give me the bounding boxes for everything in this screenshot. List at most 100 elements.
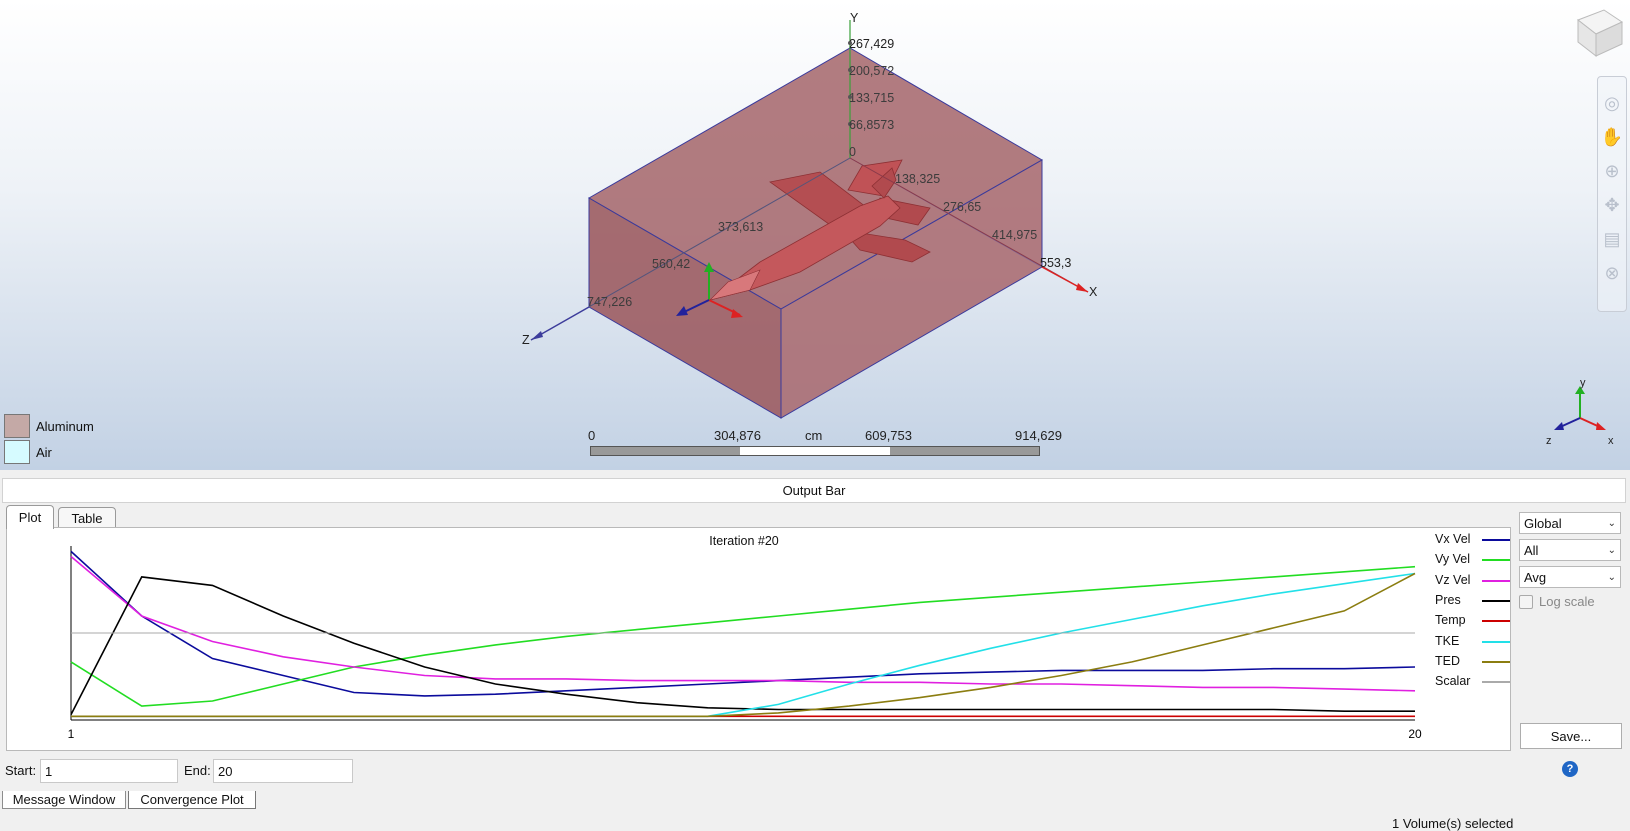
tab-plot-label: Plot [18, 510, 42, 525]
scale-tick: 914,629 [1015, 428, 1062, 443]
x-tick-label: 1 [68, 727, 75, 741]
filter-select[interactable]: All ⌄ [1519, 539, 1621, 561]
checkbox-box[interactable] [1519, 594, 1533, 609]
series-line-tke [71, 572, 1416, 718]
legend-swatch [1482, 640, 1510, 643]
y-axis-label: Y [850, 11, 859, 25]
scope-select[interactable]: Global ⌄ [1519, 512, 1621, 534]
start-input[interactable]: 1 [40, 759, 178, 783]
tab-table-label: Table [71, 511, 103, 526]
convergence-chart: Iteration #20 1 20 [68, 534, 1422, 741]
convergence-plot-area[interactable]: Iteration #20 1 20 Vx Vel Vy Vel Vz Vel Pre… [6, 527, 1511, 751]
legend-label: Vz Vel [1435, 572, 1471, 587]
material-swatch [4, 440, 30, 464]
view-cube-icon[interactable] [1570, 4, 1626, 60]
material-legend-item[interactable]: Aluminum [4, 414, 94, 438]
orientation-triad: y x z [1546, 378, 1614, 447]
legend-swatch [1482, 660, 1510, 663]
y-tick: 133,715 [849, 91, 894, 105]
stat-select-value: Avg [1524, 569, 1547, 585]
tab-convergence-plot[interactable]: Convergence Plot [128, 791, 256, 809]
scale-bar: 0 304,876 cm 609,753 914,629 [588, 428, 1062, 458]
chart-title: Iteration #20 [709, 534, 779, 548]
log-scale-label: Log scale [1539, 594, 1595, 609]
x-tick: 276,65 [943, 200, 981, 214]
x-axis-label: X [1089, 285, 1098, 299]
legend-label: Scalar [1435, 674, 1471, 689]
series-line-vy-vel [70, 565, 1416, 707]
legend-label: Vy Vel [1435, 552, 1470, 567]
legend-swatch [1482, 539, 1510, 541]
triad-x-label: x [1608, 435, 1614, 447]
section-icon[interactable]: ▤ [1600, 227, 1624, 251]
scope-select-value: Global [1524, 515, 1562, 531]
material-name: Air [36, 444, 52, 460]
z-tick: 747,226 [587, 295, 632, 309]
tab-plot[interactable]: Plot [6, 505, 54, 529]
scale-tick: 304,876 [714, 428, 761, 443]
tab-message-window[interactable]: Message Window [2, 791, 126, 809]
y-tick: 66,8573 [849, 118, 894, 132]
series-line-pres [70, 576, 1415, 715]
output-bar-title: Output Bar [782, 483, 846, 498]
scale-unit: cm [805, 428, 823, 443]
tab-message-window-label: Message Window [12, 792, 116, 807]
z-axis-label: Z [522, 333, 530, 347]
legend-label: Pres [1435, 592, 1461, 607]
status-text: 1 Volume(s) selected [1392, 816, 1514, 831]
end-input-value: 20 [218, 763, 233, 779]
start-label: Start: [5, 763, 37, 778]
help-icon[interactable]: ? [1562, 761, 1578, 777]
triad-z-label: z [1546, 435, 1552, 447]
tab-table[interactable]: Table [58, 507, 116, 529]
3d-viewport[interactable]: Y X Z 267,429 200,572 133,715 66,8573 0 … [0, 0, 1630, 470]
y-tick: 200,572 [849, 64, 894, 78]
scale-tick: 0 [588, 428, 596, 443]
x-tick: 138,325 [895, 172, 940, 186]
chevron-down-icon: ⌄ [1607, 571, 1616, 583]
legend-swatch [1482, 579, 1510, 582]
log-scale-checkbox[interactable]: Log scale [1519, 594, 1595, 609]
end-label: End: [184, 763, 211, 778]
material-swatch [4, 414, 30, 438]
save-button[interactable]: Save... [1520, 723, 1622, 749]
zoom-icon[interactable]: ⊕ [1600, 159, 1624, 183]
end-input[interactable]: 20 [213, 759, 353, 783]
scale-tick: 609,753 [865, 428, 912, 443]
y-tick: 0 [849, 145, 856, 159]
legend-label: Vx Vel [1435, 532, 1471, 546]
stat-select[interactable]: Avg ⌄ [1519, 566, 1621, 588]
x-tick: 553,3 [1040, 256, 1071, 270]
navigation-toolbar: ◎ ✋ ⊕ ✥ ▤ ⊗ [1597, 76, 1627, 312]
legend-label: Temp [1435, 613, 1466, 628]
pan-hand-icon[interactable]: ✋ [1600, 125, 1624, 149]
material-name: Aluminum [36, 418, 94, 434]
legend-label: TED [1435, 653, 1460, 668]
series-lines [70, 550, 1416, 718]
series-line-ted [71, 572, 1416, 718]
z-tick: 373,613 [718, 220, 763, 234]
triad-y-label: y [1580, 378, 1586, 389]
start-input-value: 1 [45, 763, 53, 779]
legend-swatch [1482, 620, 1510, 623]
model-scene[interactable]: Y X Z 267,429 200,572 133,715 66,8573 0 … [0, 0, 1630, 470]
chevron-down-icon: ⌄ [1607, 517, 1616, 529]
legend-swatch [1482, 681, 1510, 684]
x-tick-label: 20 [1408, 727, 1422, 741]
scale-bar-graphic [590, 446, 1040, 456]
output-bar-header[interactable]: Output Bar [2, 478, 1626, 503]
legend-swatch [1482, 559, 1510, 562]
fit-icon[interactable]: ✥ [1600, 193, 1624, 217]
chevron-down-icon: ⌄ [1607, 544, 1616, 556]
tab-convergence-plot-label: Convergence Plot [140, 792, 244, 807]
material-legend-item[interactable]: Air [4, 440, 52, 464]
output-panel: Plot Table Iteration #20 1 20 Vx Vel Vy V… [0, 505, 1630, 788]
legend-label: TKE [1435, 633, 1460, 648]
z-tick: 560,42 [652, 257, 690, 271]
x-tick: 414,975 [992, 228, 1037, 242]
close-view-icon[interactable]: ⊗ [1600, 261, 1624, 285]
save-button-label: Save... [1550, 728, 1592, 744]
orbit-icon[interactable]: ◎ [1600, 91, 1624, 115]
series-line-vx-vel [70, 550, 1416, 697]
filter-select-value: All [1524, 542, 1539, 558]
